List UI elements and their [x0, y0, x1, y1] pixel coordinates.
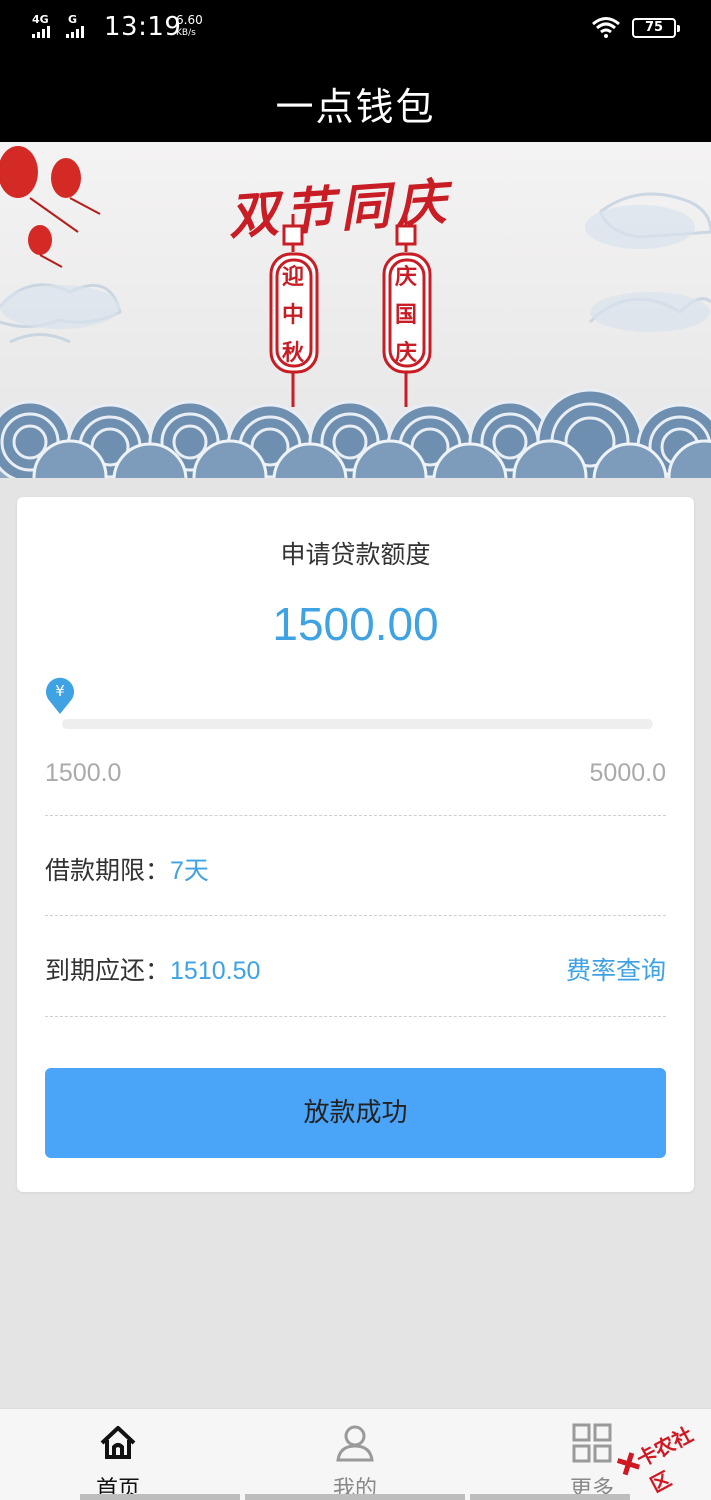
yuan-pin-icon[interactable]: ¥ — [44, 675, 76, 715]
divider — [45, 815, 666, 816]
user-icon — [336, 1425, 374, 1462]
network-speed: 6.60 KB/s — [176, 14, 203, 40]
divider — [45, 1016, 666, 1017]
wave-pattern — [0, 388, 711, 478]
page-title: 一点钱包 — [275, 85, 436, 129]
network-speed-value: 6.60 — [176, 13, 203, 27]
battery-icon: 75 — [632, 18, 680, 38]
due-amount-label: 到期应还： — [45, 956, 171, 985]
promo-banner: 双节同庆 迎 中 秋 庆 国 庆 — [0, 142, 711, 478]
tab-indicator — [245, 1494, 465, 1500]
clock: 13:19 — [104, 12, 182, 42]
scroll-char: 秋 — [281, 340, 304, 366]
slider-max-value: 5000.0 — [589, 759, 666, 787]
tab-indicator — [80, 1494, 240, 1500]
scroll-char: 中 — [281, 302, 304, 328]
status-bar: 4G G 13:19 6.60 KB/s 75 — [0, 0, 711, 56]
rate-inquiry-link[interactable]: 费率查询 — [566, 951, 666, 987]
due-amount-value: 1510.50 — [170, 957, 261, 985]
home-icon — [100, 1426, 136, 1459]
loan-term-label: 借款期限： — [45, 856, 171, 885]
slider-min-value: 1500.0 — [45, 759, 122, 787]
app-header: 一点钱包 — [0, 56, 711, 142]
disburse-button[interactable]: 放款成功 — [45, 1068, 666, 1158]
loan-term-value: 7天 — [170, 857, 209, 885]
scroll-char: 庆 — [394, 264, 417, 290]
signal-strength-2-icon — [66, 26, 84, 38]
scroll-char: 迎 — [281, 264, 304, 290]
scroll-char: 庆 — [394, 340, 417, 366]
network-type-1: 4G — [32, 13, 49, 26]
network-type-2: G — [68, 13, 78, 26]
scroll-char: 国 — [394, 302, 417, 328]
lantern-decoration — [0, 146, 101, 268]
wifi-icon — [592, 17, 620, 38]
loan-amount-label: 申请贷款额度 — [280, 540, 431, 569]
tab-mine[interactable]: 我的 — [295, 1409, 415, 1500]
network-speed-unit: KB/s — [176, 28, 196, 38]
scroll-text-left: 迎 中 秋 — [278, 258, 308, 372]
tab-indicator — [470, 1494, 630, 1500]
bottom-tab-bar: 首页 我的 更多 — [0, 1408, 711, 1500]
loan-application-card: 申请贷款额度 1500.00 ¥ 1500.0 5000.0 借款期限：7天 到… — [17, 497, 694, 1192]
loan-amount-value: 1500.00 — [272, 598, 439, 650]
due-amount-row: 到期应还：1510.50 — [45, 951, 260, 987]
loan-term-row: 借款期限：7天 — [45, 851, 209, 887]
svg-text:¥: ¥ — [55, 682, 65, 700]
tab-home[interactable]: 首页 — [58, 1409, 178, 1500]
divider — [45, 915, 666, 916]
scroll-text-right: 庆 国 庆 — [391, 258, 421, 372]
amount-slider-track[interactable] — [62, 719, 653, 729]
signal-strength-1-icon — [32, 26, 50, 38]
